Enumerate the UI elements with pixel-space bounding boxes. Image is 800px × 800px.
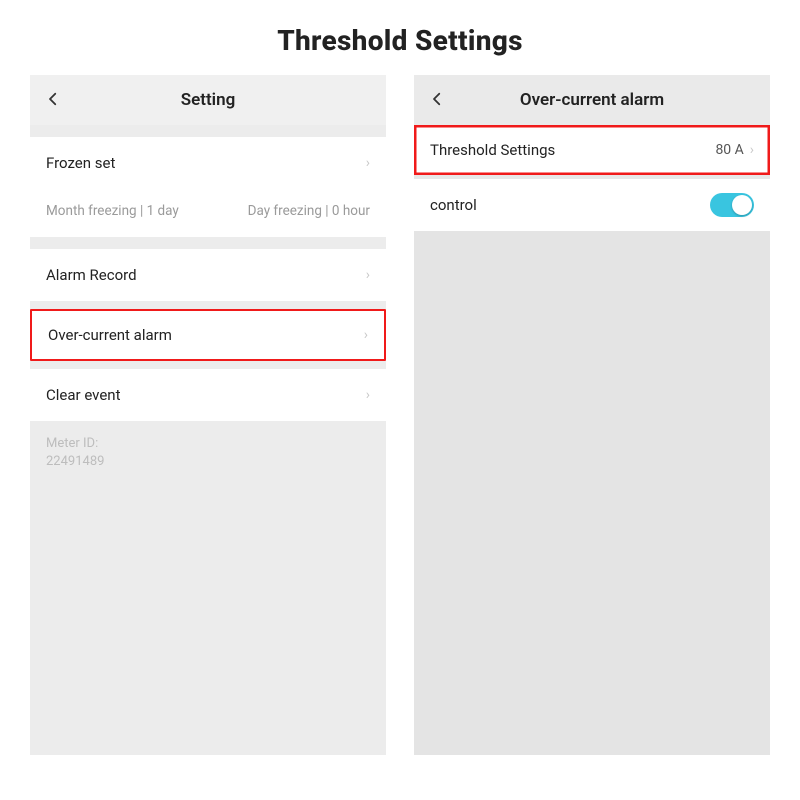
back-icon[interactable] — [428, 90, 456, 111]
row-frozen-set[interactable]: Frozen set › — [30, 137, 386, 189]
threshold-value: 80 A — [715, 142, 743, 158]
chevron-right-icon: › — [366, 267, 370, 283]
page-title: Threshold Settings — [0, 0, 800, 75]
row-tail: 80 A › — [715, 142, 754, 158]
row-divider — [30, 301, 386, 309]
freeze-info: Month freezing | 1 day Day freezing | 0 … — [30, 189, 386, 237]
navbar-over-current: Over-current alarm — [414, 75, 770, 125]
chevron-right-icon: › — [366, 387, 370, 403]
navbar-setting: Setting — [30, 75, 386, 125]
blank-area — [30, 485, 386, 755]
row-label: Over-current alarm — [48, 326, 172, 344]
alarm-section: Alarm Record › Over-current alarm › Clea… — [30, 249, 386, 421]
phone-stage: Setting Frozen set › Month freezing | 1 … — [0, 75, 800, 755]
section-gap — [30, 237, 386, 249]
row-divider — [30, 361, 386, 369]
row-clear-event[interactable]: Clear event › — [30, 369, 386, 421]
section-gap — [30, 125, 386, 137]
chevron-right-icon: › — [364, 327, 368, 343]
row-alarm-record[interactable]: Alarm Record › — [30, 249, 386, 301]
blank-area — [414, 231, 770, 755]
control-toggle[interactable] — [710, 193, 754, 217]
phone-right: Over-current alarm Threshold Settings 80… — [414, 75, 770, 755]
month-freeze-text: Month freezing | 1 day — [46, 203, 179, 219]
toggle-knob — [732, 195, 752, 215]
meter-id-label: Meter ID: — [46, 435, 370, 453]
row-label: control — [430, 196, 477, 214]
navbar-title: Setting — [72, 90, 344, 110]
meter-id-value: 22491489 — [46, 453, 370, 471]
phone-left: Setting Frozen set › Month freezing | 1 … — [30, 75, 386, 755]
chevron-right-icon: › — [366, 155, 370, 171]
frozen-set-section: Frozen set › Month freezing | 1 day Day … — [30, 137, 386, 237]
row-label: Alarm Record — [46, 266, 137, 284]
meter-id-note: Meter ID: 22491489 — [30, 421, 386, 485]
navbar-title: Over-current alarm — [456, 90, 728, 110]
back-icon[interactable] — [44, 90, 72, 111]
row-label: Threshold Settings — [430, 141, 555, 159]
row-label: Clear event — [46, 386, 121, 404]
row-threshold-settings[interactable]: Threshold Settings 80 A › — [414, 125, 770, 175]
row-control: control — [414, 179, 770, 231]
chevron-right-icon: › — [750, 142, 754, 158]
row-label: Frozen set — [46, 154, 115, 172]
row-over-current-alarm[interactable]: Over-current alarm › — [30, 309, 386, 361]
day-freeze-text: Day freezing | 0 hour — [248, 203, 370, 219]
